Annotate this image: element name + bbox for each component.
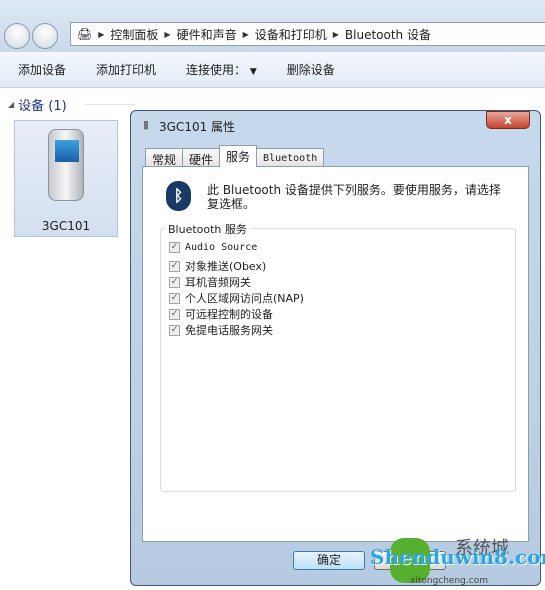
services-group: Bluetooth 服务 ✓ Audio Source ✓ 对象推送(Obex) ✓…: [160, 221, 516, 492]
service-checkbox[interactable]: ✓ 对象推送(Obex): [169, 258, 266, 274]
chevron-right-icon: ▶: [332, 29, 339, 39]
properties-dialog: ▮ 3GC101 属性 x 常规 硬件 服务 Bluetooth ᛒ 此 Blu…: [130, 110, 541, 586]
divider: [85, 104, 135, 105]
group-label: Bluetooth 服务: [165, 221, 250, 237]
chevron-right-icon: ▶: [164, 29, 171, 39]
checkbox-checked-icon: ✓: [169, 260, 180, 272]
service-label: Audio Source: [185, 242, 258, 253]
phone-icon: ▮: [143, 118, 150, 131]
breadcrumb-item[interactable]: 硬件和声音: [177, 26, 237, 43]
breadcrumb-item[interactable]: 控制面板: [110, 26, 158, 43]
add-printer-button[interactable]: 添加打印机: [96, 61, 156, 78]
remove-device-button[interactable]: 删除设备: [287, 61, 335, 78]
collapse-triangle-icon: ◢: [8, 100, 15, 109]
close-button[interactable]: x: [486, 111, 530, 129]
service-label: 免提电话服务网关: [185, 324, 273, 337]
address-bar[interactable]: 🖨 ▶ 控制面板 ▶ 硬件和声音 ▶ 设备和打印机 ▶ Bluetooth 设备: [70, 22, 545, 46]
tab-bluetooth[interactable]: Bluetooth: [256, 148, 325, 167]
bluetooth-icon: ᛒ: [166, 181, 191, 211]
connect-using-menu[interactable]: 连接使用： ▼: [186, 61, 257, 78]
back-button[interactable]: [4, 23, 30, 49]
checkbox-checked-icon: ✓: [169, 242, 180, 253]
service-label: 可远程控制的设备: [185, 308, 273, 321]
services-panel: ᛒ 此 Bluetooth 设备提供下列服务。要使用服务，请选择复选框。 Blu…: [142, 166, 529, 542]
checkbox-checked-icon: ✓: [169, 324, 180, 336]
connect-using-label: 连接使用：: [186, 63, 247, 77]
checkbox-checked-icon: ✓: [169, 292, 180, 304]
navigation-bar: 🖨 ▶ 控制面板 ▶ 硬件和声音 ▶ 设备和打印机 ▶ Bluetooth 设备: [0, 0, 545, 52]
service-checkbox[interactable]: ✓ 个人区域网访问点(NAP): [169, 290, 304, 306]
ok-button[interactable]: 确定: [293, 551, 365, 570]
chevron-right-icon: ▶: [98, 29, 105, 39]
watermark-text: Shenduwin8.com: [370, 545, 545, 569]
tab-bar: 常规 硬件 服务 Bluetooth: [145, 145, 325, 167]
section-header[interactable]: ◢ 设备 (1): [8, 95, 67, 114]
checkbox-checked-icon: ✓: [169, 308, 180, 320]
service-label: 对象推送(Obex): [185, 260, 267, 273]
dialog-title: 3GC101 属性: [159, 120, 236, 134]
service-label: 个人区域网访问点(NAP): [185, 292, 304, 305]
service-checkbox[interactable]: ✓ 免提电话服务网关: [169, 322, 273, 338]
description: 此 Bluetooth 设备提供下列服务。要使用服务，请选择复选框。: [207, 183, 501, 211]
devices-printers-icon: 🖨: [77, 27, 93, 41]
service-checkbox[interactable]: ✓ Audio Source: [169, 242, 257, 253]
service-checkbox[interactable]: ✓ 可远程控制的设备: [169, 306, 273, 322]
tab-services[interactable]: 服务: [219, 145, 258, 167]
dropdown-arrow-icon: ▼: [249, 67, 257, 77]
add-device-button[interactable]: 添加设备: [18, 61, 66, 78]
service-checkbox[interactable]: ✓ 耳机音频网关: [169, 274, 251, 290]
tab-hardware[interactable]: 硬件: [182, 148, 221, 167]
service-label: 耳机音频网关: [185, 276, 251, 289]
checkbox-checked-icon: ✓: [169, 276, 180, 288]
tab-general[interactable]: 常规: [145, 148, 184, 167]
forward-button[interactable]: [32, 23, 58, 49]
section-title: 设备 (1): [18, 99, 67, 114]
watermark-subtext: xitongcheng.com: [410, 576, 488, 586]
device-tile[interactable]: 3GC101: [14, 120, 118, 237]
chevron-right-icon: ▶: [242, 29, 249, 39]
breadcrumb-item[interactable]: Bluetooth 设备: [345, 26, 431, 43]
device-name: 3GC101: [41, 219, 91, 233]
breadcrumb-item[interactable]: 设备和打印机: [255, 26, 327, 43]
phone-icon: [48, 129, 84, 201]
toolbar: 添加设备 添加打印机 连接使用： ▼ 删除设备: [0, 52, 545, 88]
